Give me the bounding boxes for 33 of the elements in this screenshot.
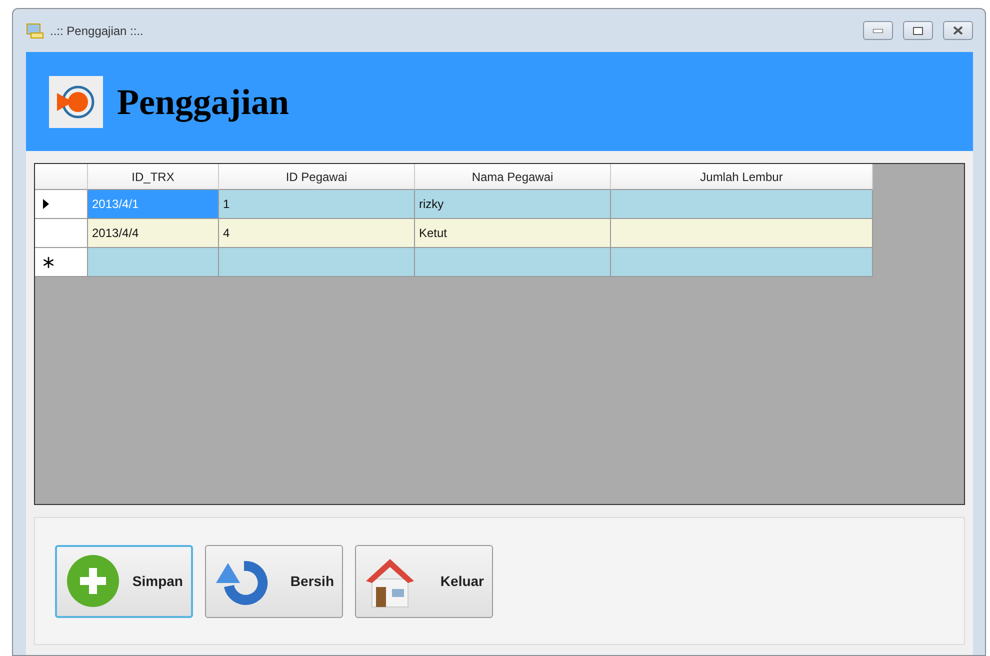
row-header[interactable] — [35, 248, 88, 277]
table-cell[interactable]: rizky — [415, 190, 611, 219]
table-cell[interactable] — [611, 190, 873, 219]
table-cell[interactable] — [611, 248, 873, 277]
close-icon — [953, 26, 963, 35]
column-header[interactable]: Nama Pegawai — [415, 164, 611, 190]
maximize-button[interactable] — [903, 21, 933, 40]
table-cell[interactable]: 4 — [219, 219, 415, 248]
minimize-icon — [873, 28, 883, 32]
action-button[interactable]: Simpan — [55, 544, 193, 618]
minimize-button[interactable] — [863, 21, 893, 40]
column-header[interactable]: ID_TRX — [88, 164, 219, 190]
maximize-icon — [913, 26, 923, 34]
table-cell[interactable]: Ketut — [415, 219, 611, 248]
window-app-icon — [26, 22, 44, 38]
grid-corner — [35, 164, 88, 190]
column-header[interactable]: Jumlah Lembur — [611, 164, 873, 190]
table-cell[interactable]: 2013/4/4 — [88, 219, 219, 248]
column-header[interactable]: ID Pegawai — [219, 164, 415, 190]
table-cell[interactable] — [611, 219, 873, 248]
table-cell[interactable] — [88, 248, 219, 277]
new-row-icon — [43, 256, 54, 268]
target-icon — [49, 76, 103, 128]
plus-icon — [65, 553, 121, 609]
window-title: ..:: Penggajian ::.. — [50, 24, 144, 38]
table-cell[interactable]: 1 — [219, 190, 415, 219]
table-cell[interactable] — [219, 248, 415, 277]
page-title: Penggajian — [117, 80, 290, 122]
action-button[interactable]: Keluar — [355, 544, 493, 618]
current-row-icon — [43, 199, 49, 209]
table-cell[interactable] — [415, 248, 611, 277]
action-button[interactable]: Bersih — [205, 544, 343, 618]
close-button[interactable] — [943, 21, 973, 40]
